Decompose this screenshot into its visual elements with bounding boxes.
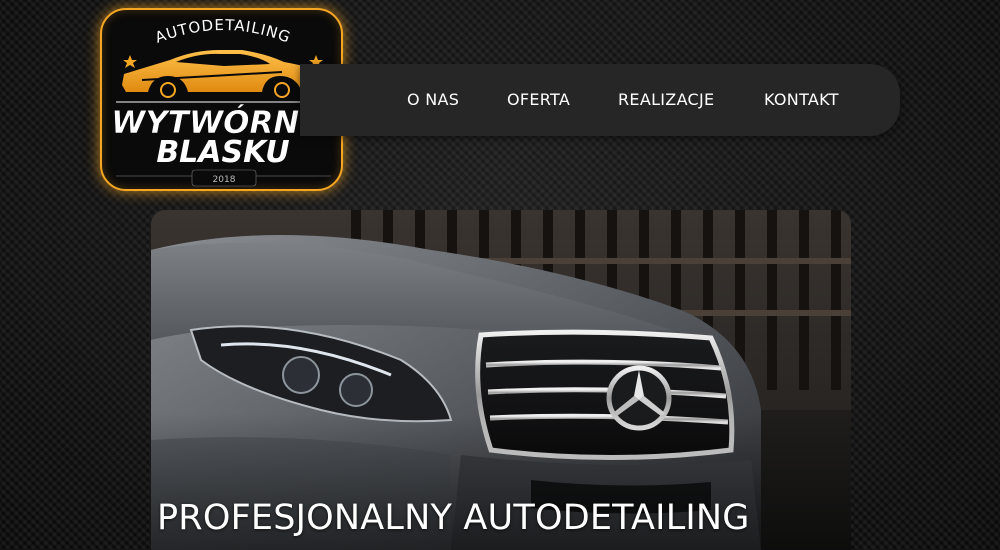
svg-text:AUTODETAILING: AUTODETAILING bbox=[153, 16, 294, 47]
car-icon bbox=[122, 50, 326, 101]
logo-top-text: AUTODETAILING bbox=[153, 16, 293, 47]
hero-banner: PROFESJONALNY AUTODETAILING bbox=[151, 210, 851, 550]
hero-headline: PROFESJONALNY AUTODETAILING bbox=[157, 498, 750, 538]
nav-link-oferta[interactable]: OFERTA bbox=[507, 90, 570, 109]
logo-title-line2: BLASKU bbox=[156, 135, 289, 170]
main-navigation: O NAS OFERTA REALIZACJE KONTAKT bbox=[300, 64, 900, 136]
nav-link-o-nas[interactable]: O NAS bbox=[407, 90, 459, 109]
logo-year: 2018 bbox=[213, 175, 236, 185]
nav-link-kontakt[interactable]: KONTAKT bbox=[764, 90, 839, 109]
nav-link-realizacje[interactable]: REALIZACJE bbox=[618, 90, 714, 109]
